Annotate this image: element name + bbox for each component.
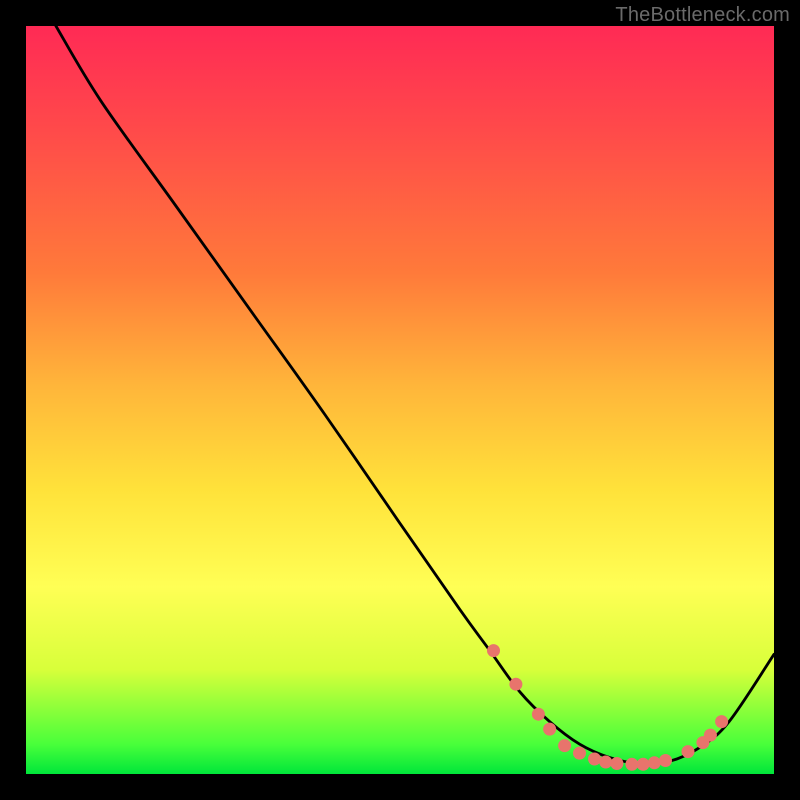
curve-dot <box>682 745 695 758</box>
curve-dot <box>509 678 522 691</box>
curve-dot <box>625 758 638 771</box>
curve-dot <box>704 729 717 742</box>
chart-frame: TheBottleneck.com <box>0 0 800 800</box>
curve-dot <box>543 723 556 736</box>
curve-dot <box>659 754 672 767</box>
chart-plot-area <box>26 26 774 774</box>
curve-data-dots <box>487 644 728 771</box>
curve-dot <box>715 715 728 728</box>
bottleneck-curve-line <box>56 26 774 764</box>
bottleneck-curve-svg <box>26 26 774 774</box>
curve-dot <box>588 753 601 766</box>
curve-dot <box>637 758 650 771</box>
curve-dot <box>532 708 545 721</box>
curve-dot <box>573 747 586 760</box>
curve-dot <box>558 739 571 752</box>
curve-dot <box>610 757 623 770</box>
curve-dot <box>487 644 500 657</box>
watermark-label: TheBottleneck.com <box>615 4 790 27</box>
curve-dot <box>648 756 661 769</box>
curve-dot <box>599 756 612 769</box>
